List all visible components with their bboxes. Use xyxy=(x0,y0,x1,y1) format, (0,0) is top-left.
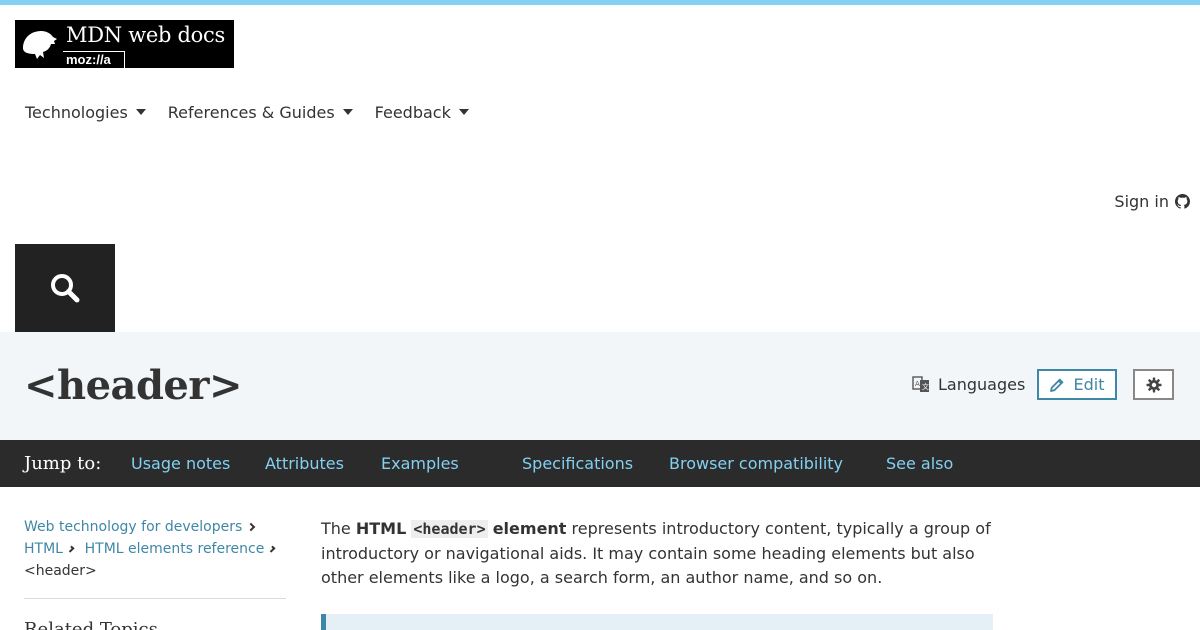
edit-button[interactable]: Edit xyxy=(1037,369,1117,400)
mozilla-wordmark: moz://a xyxy=(63,51,125,68)
nav-feedback[interactable]: Feedback xyxy=(375,100,469,124)
breadcrumb-html-elements-reference[interactable]: HTML elements reference xyxy=(85,538,265,560)
breadcrumb-web-technology[interactable]: Web technology for developers xyxy=(24,516,242,538)
nav-technologies[interactable]: Technologies xyxy=(25,100,146,124)
search-button[interactable] xyxy=(15,244,115,332)
intro-element-bold: element xyxy=(492,519,567,538)
sidebar-divider xyxy=(24,598,286,599)
edit-label: Edit xyxy=(1073,375,1105,394)
caret-down-icon xyxy=(342,109,353,115)
intro-html-bold: HTML xyxy=(355,519,407,538)
breadcrumb: Web technology for developers HTML HTML … xyxy=(24,516,286,582)
caret-down-icon xyxy=(458,109,469,115)
jump-to-label: Jump to: xyxy=(24,453,102,474)
logo-wordmark: MDN web docs moz://a xyxy=(63,20,234,68)
logo-title: MDN web docs xyxy=(66,23,225,47)
breadcrumb-current: <header> xyxy=(24,563,97,579)
dinosaur-icon xyxy=(15,20,63,68)
jump-link-browser-compatibility[interactable]: Browser compatibility xyxy=(669,454,843,473)
sidebar: Web technology for developers HTML HTML … xyxy=(24,516,286,630)
nav-label: Feedback xyxy=(374,102,451,122)
github-icon xyxy=(1175,193,1190,209)
search-icon xyxy=(51,274,80,303)
jump-link-attributes[interactable]: Attributes xyxy=(265,454,344,473)
languages-button[interactable]: A 文 Languages xyxy=(912,372,1025,396)
related-topics-heading: Related Topics xyxy=(24,619,158,630)
page-title: <header> xyxy=(24,362,242,409)
caret-down-icon xyxy=(135,109,146,115)
svg-text:文: 文 xyxy=(922,382,929,391)
jump-link-examples[interactable]: Examples xyxy=(381,454,459,473)
pencil-icon xyxy=(1049,378,1063,392)
main-nav: Technologies References & Guides Feedbac… xyxy=(25,100,491,124)
gear-icon xyxy=(1146,377,1161,392)
chevron-right-icon xyxy=(67,545,75,553)
chevron-right-icon xyxy=(247,522,256,532)
settings-button[interactable] xyxy=(1133,369,1174,400)
article-intro: The HTML <header> element represents int… xyxy=(321,517,993,591)
nav-references-guides[interactable]: References & Guides xyxy=(168,100,353,124)
nav-label: Technologies xyxy=(25,102,128,122)
chevron-right-icon xyxy=(268,545,276,553)
jump-to-bar: Jump to: Usage notes Attributes Examples… xyxy=(0,440,1200,487)
intro-code-header: <header> xyxy=(411,520,488,538)
jump-link-see-also[interactable]: See also xyxy=(886,454,953,473)
top-accent-bar xyxy=(0,0,1200,5)
sign-in-link[interactable]: Sign in xyxy=(1114,190,1190,212)
languages-label: Languages xyxy=(938,374,1026,394)
jump-link-specifications[interactable]: Specifications xyxy=(522,454,633,473)
title-bar: <header> A 文 Languages Edit xyxy=(0,332,1200,440)
nav-label: References & Guides xyxy=(167,102,335,122)
translate-icon: A 文 xyxy=(912,376,929,392)
note-box xyxy=(321,614,993,630)
mdn-logo[interactable]: MDN web docs moz://a xyxy=(15,20,234,68)
intro-paragraph: The HTML <header> element represents int… xyxy=(321,519,991,587)
jump-link-usage-notes[interactable]: Usage notes xyxy=(131,454,230,473)
breadcrumb-html[interactable]: HTML xyxy=(24,538,63,560)
svg-text:A: A xyxy=(915,380,920,388)
sign-in-label: Sign in xyxy=(1114,191,1169,211)
